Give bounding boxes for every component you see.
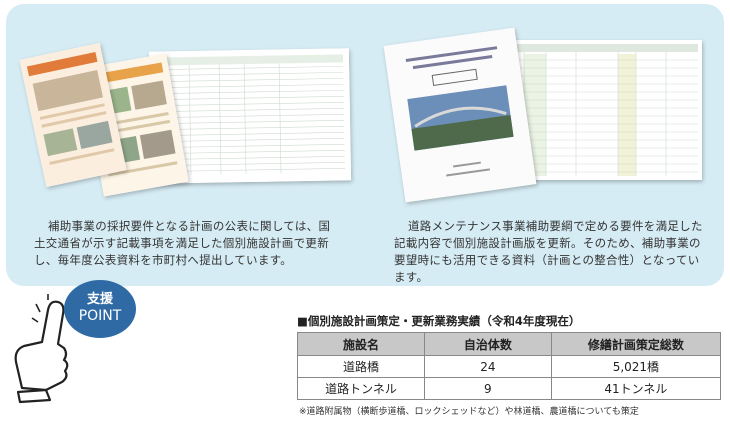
left-caption-line-1: 補助事業の採択要件となる計画の公表に関しては、国: [48, 219, 331, 233]
right-caption: 道路メンテナンス事業補助要綱で定める要件を満足した 記載内容で個別施設計画版を更…: [394, 218, 724, 286]
cell-municipalities: 9: [423, 377, 552, 400]
cell-facility: 道路トンネル: [297, 377, 425, 400]
header-facility: 施設名: [297, 332, 425, 356]
table-title: ■個別施設計画策定・更新業務実績（令和4年度現在）: [297, 314, 581, 328]
header-municipalities: 自治体数: [423, 332, 552, 356]
table-row: 道路橋 24 5,021橋: [297, 355, 722, 378]
right-caption-line-4: ます。: [394, 270, 429, 284]
right-caption-line-1: 道路メンテナンス事業補助要綱で定める要件を満足した: [408, 219, 703, 233]
cell-total: 41トンネル: [550, 377, 722, 400]
badge-label-en: POINT: [78, 308, 122, 324]
left-caption: 補助事業の採択要件となる計画の公表に関しては、国 土交通省が示す記載事項を満足し…: [34, 218, 364, 269]
right-caption-line-3: 要望時にも活用できる資料（計画との整合性）となってい: [394, 253, 700, 267]
plan-cover-image-right: [383, 27, 537, 203]
badge-label-jp: 支援: [86, 292, 113, 307]
left-caption-line-3: し、毎年度公表資料を市町村へ提出しています。: [34, 253, 293, 267]
table-row: 道路トンネル 9 41トンネル: [297, 377, 722, 400]
table-footnote: ※道路附属物（横断歩道橋、ロックシェッドなど）や林道橋、農道橋についても策定: [299, 407, 639, 417]
support-point-badge: 支援 POINT: [64, 280, 136, 338]
table-header-row: 施設名 自治体数 修繕計画策定総数: [297, 332, 722, 356]
right-caption-line-2: 記載内容で個別施設計画版を更新。そのため、補助事業の: [394, 236, 701, 250]
cell-facility: 道路橋: [297, 355, 425, 378]
header-total-plans: 修繕計画策定総数: [550, 332, 722, 356]
results-table: 施設名 自治体数 修繕計画策定総数 道路橋 24 5,021橋 道路トンネル 9…: [297, 332, 722, 400]
left-caption-line-2: 土交通省が示す記載事項を満足した個別施設計画で更新: [34, 236, 329, 250]
cell-total: 5,021橋: [550, 355, 722, 378]
pointing-hand-icon: [14, 294, 69, 404]
cell-municipalities: 24: [423, 355, 552, 378]
